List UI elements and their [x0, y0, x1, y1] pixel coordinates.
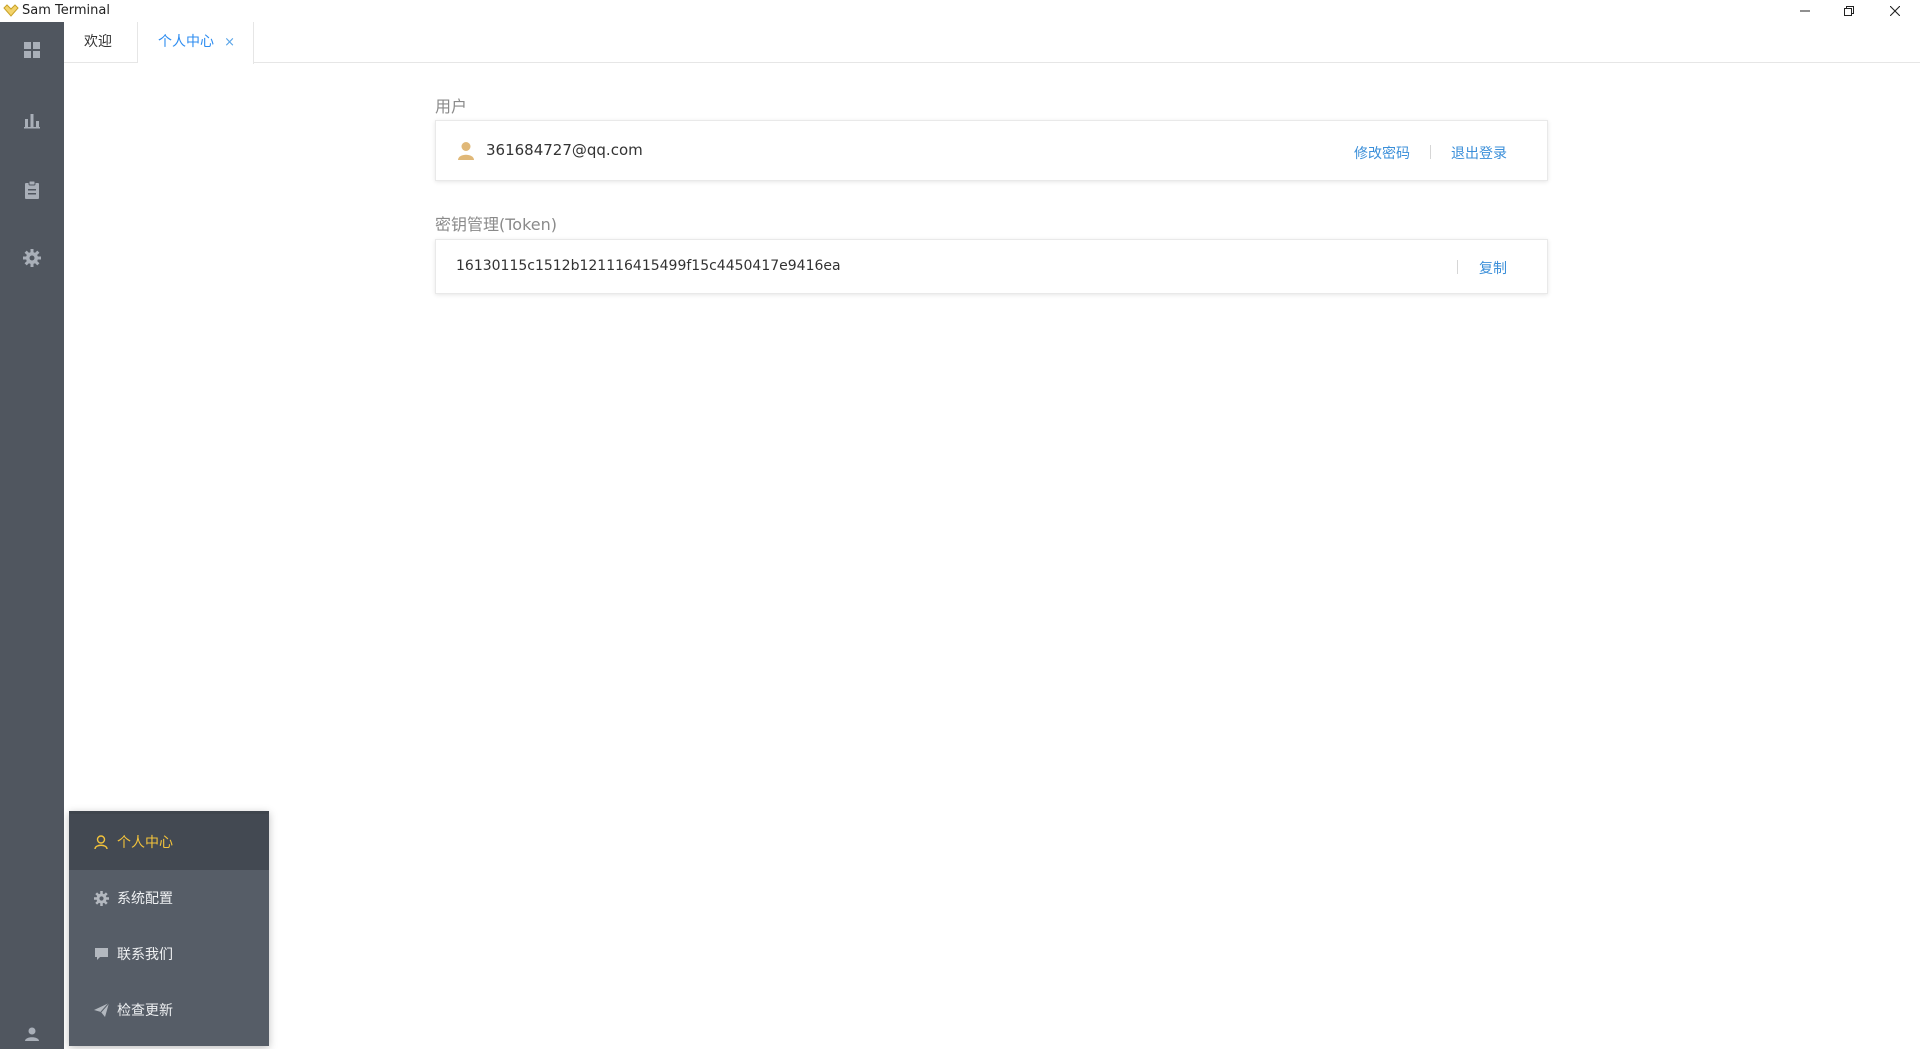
logout-link[interactable]: 退出登录: [1451, 143, 1507, 163]
tab-close-icon[interactable]: ×: [224, 22, 235, 63]
gear-icon: [93, 890, 109, 906]
user-card: 361684727@qq.com 修改密码 退出登录: [435, 120, 1548, 181]
token-card: 16130115c1512b121116415499f15c4450417e94…: [435, 239, 1548, 294]
user-icon: [25, 1027, 39, 1041]
menu-item-label: 联系我们: [117, 947, 173, 963]
left-sidebar: [0, 22, 64, 1049]
menu-item-label: 检查更新: [117, 1003, 173, 1019]
gear-icon: [23, 249, 41, 267]
dashboard-icon: [24, 42, 40, 58]
clipboard-icon: [25, 181, 39, 199]
menu-item-label: 个人中心: [117, 835, 173, 851]
minimize-button[interactable]: [1782, 0, 1828, 22]
nav-clipboard[interactable]: [20, 178, 44, 202]
app-title: Sam Terminal: [22, 3, 110, 18]
nav-user-menu[interactable]: [20, 1022, 44, 1046]
menu-item-label: 系统配置: [117, 891, 173, 907]
tab-bar: 欢迎 个人中心 ×: [64, 22, 1920, 64]
divider: [1457, 260, 1458, 274]
chat-icon: [93, 946, 109, 962]
token-value: 16130115c1512b121116415499f15c4450417e94…: [456, 258, 841, 274]
close-icon: [1890, 6, 1900, 16]
menu-item-profile[interactable]: 个人中心: [69, 814, 269, 870]
copy-token-link[interactable]: 复制: [1479, 258, 1507, 278]
token-section-label: 密钥管理(Token): [435, 215, 558, 234]
user-avatar-icon: [458, 142, 474, 160]
title-bar: Sam Terminal: [0, 0, 1920, 22]
nav-settings[interactable]: [20, 246, 44, 270]
tab-welcome[interactable]: 欢迎: [64, 22, 138, 63]
send-icon: [93, 1002, 109, 1018]
restore-button[interactable]: [1826, 0, 1872, 22]
close-window-button[interactable]: [1872, 0, 1918, 22]
restore-icon: [1844, 6, 1854, 16]
nav-chart[interactable]: [20, 108, 44, 132]
menu-item-check-update[interactable]: 检查更新: [69, 982, 269, 1038]
nav-dashboard[interactable]: [20, 38, 44, 62]
menu-item-settings[interactable]: 系统配置: [69, 870, 269, 926]
tab-profile-label: 个人中心: [158, 34, 214, 50]
tab-profile[interactable]: 个人中心 ×: [138, 22, 254, 64]
minimize-icon: [1800, 10, 1810, 12]
app-logo-icon: [3, 4, 19, 17]
bar-chart-icon: [24, 114, 40, 129]
tab-welcome-label: 欢迎: [84, 34, 112, 50]
divider: [1430, 145, 1431, 159]
change-password-link[interactable]: 修改密码: [1354, 143, 1410, 163]
user-email: 361684727@qq.com: [486, 141, 643, 159]
menu-item-contact[interactable]: 联系我们: [69, 926, 269, 982]
user-popup-menu: 个人中心 系统配置 联系我们 检查更新: [69, 811, 269, 1046]
user-icon: [93, 834, 109, 850]
user-section-label: 用户: [435, 97, 468, 116]
